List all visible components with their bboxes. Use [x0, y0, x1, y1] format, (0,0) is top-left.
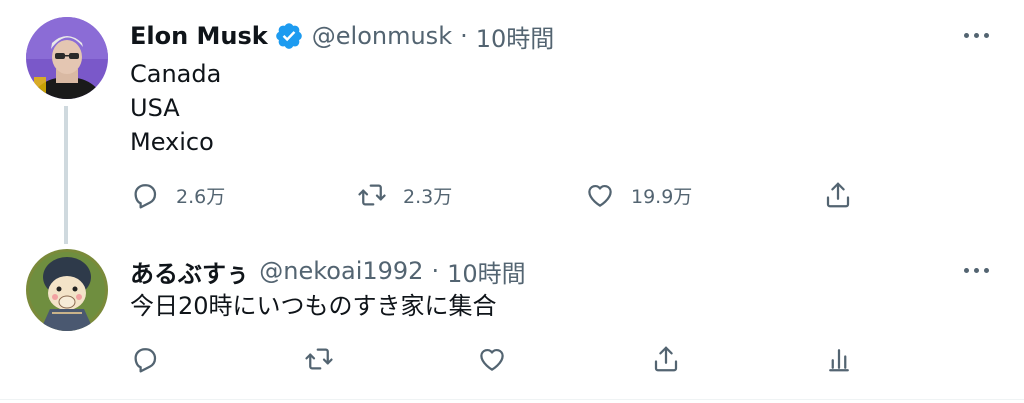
- divider: [0, 399, 1024, 400]
- reply-button[interactable]: [130, 342, 160, 376]
- timestamp[interactable]: 10時間: [476, 19, 555, 54]
- share-icon: [826, 182, 850, 208]
- reply-count: 2.6万: [176, 185, 226, 208]
- tweet-nekoai1992[interactable]: あるぶすぅ @nekoai1992 · 10時間 今日20時にいつものすき家に集…: [0, 245, 1024, 400]
- tweet-text: 今日20時にいつものすき家に集合: [130, 292, 497, 320]
- tweet-elonmusk[interactable]: Elon Musk @elonmusk · 10時間 Canada USA Me…: [0, 0, 1024, 245]
- tweet-header: あるぶすぅ @nekoai1992 · 10時間: [130, 253, 526, 289]
- share-icon: [654, 346, 678, 372]
- analytics-icon: [829, 349, 849, 372]
- tweet-text: Canada USA Mexico: [130, 60, 222, 156]
- author-handle[interactable]: @elonmusk: [312, 22, 452, 50]
- verified-badge-icon: [274, 21, 304, 51]
- like-icon: [588, 184, 612, 207]
- retweet-button[interactable]: 2.3万: [357, 178, 452, 212]
- tweet-header: Elon Musk @elonmusk · 10時間: [130, 18, 554, 54]
- reply-icon: [134, 184, 157, 209]
- retweet-count: 2.3万: [403, 185, 453, 208]
- share-button[interactable]: [651, 342, 681, 376]
- like-button[interactable]: 19.9万: [585, 178, 692, 212]
- more-icon[interactable]: [956, 255, 996, 285]
- author-handle[interactable]: @nekoai1992: [259, 257, 423, 285]
- avatar[interactable]: [26, 17, 108, 99]
- separator-dot: ·: [460, 22, 468, 50]
- timestamp[interactable]: 10時間: [447, 254, 526, 289]
- share-button[interactable]: [823, 178, 853, 212]
- like-count: 19.9万: [631, 185, 693, 208]
- reply-icon: [134, 348, 157, 373]
- avatar[interactable]: [26, 249, 108, 331]
- separator-dot: ·: [431, 257, 440, 285]
- thread-connector: [64, 106, 68, 244]
- reply-button[interactable]: 2.6万: [130, 178, 225, 212]
- retweet-icon: [305, 348, 333, 370]
- retweet-button[interactable]: [304, 342, 334, 376]
- like-icon: [480, 348, 504, 371]
- analytics-button[interactable]: [824, 342, 854, 376]
- more-icon[interactable]: [956, 20, 996, 50]
- retweet-icon: [358, 184, 386, 206]
- like-button[interactable]: [477, 342, 507, 376]
- author-name[interactable]: Elon Musk: [130, 22, 268, 50]
- author-name[interactable]: あるぶすぅ: [130, 254, 249, 289]
